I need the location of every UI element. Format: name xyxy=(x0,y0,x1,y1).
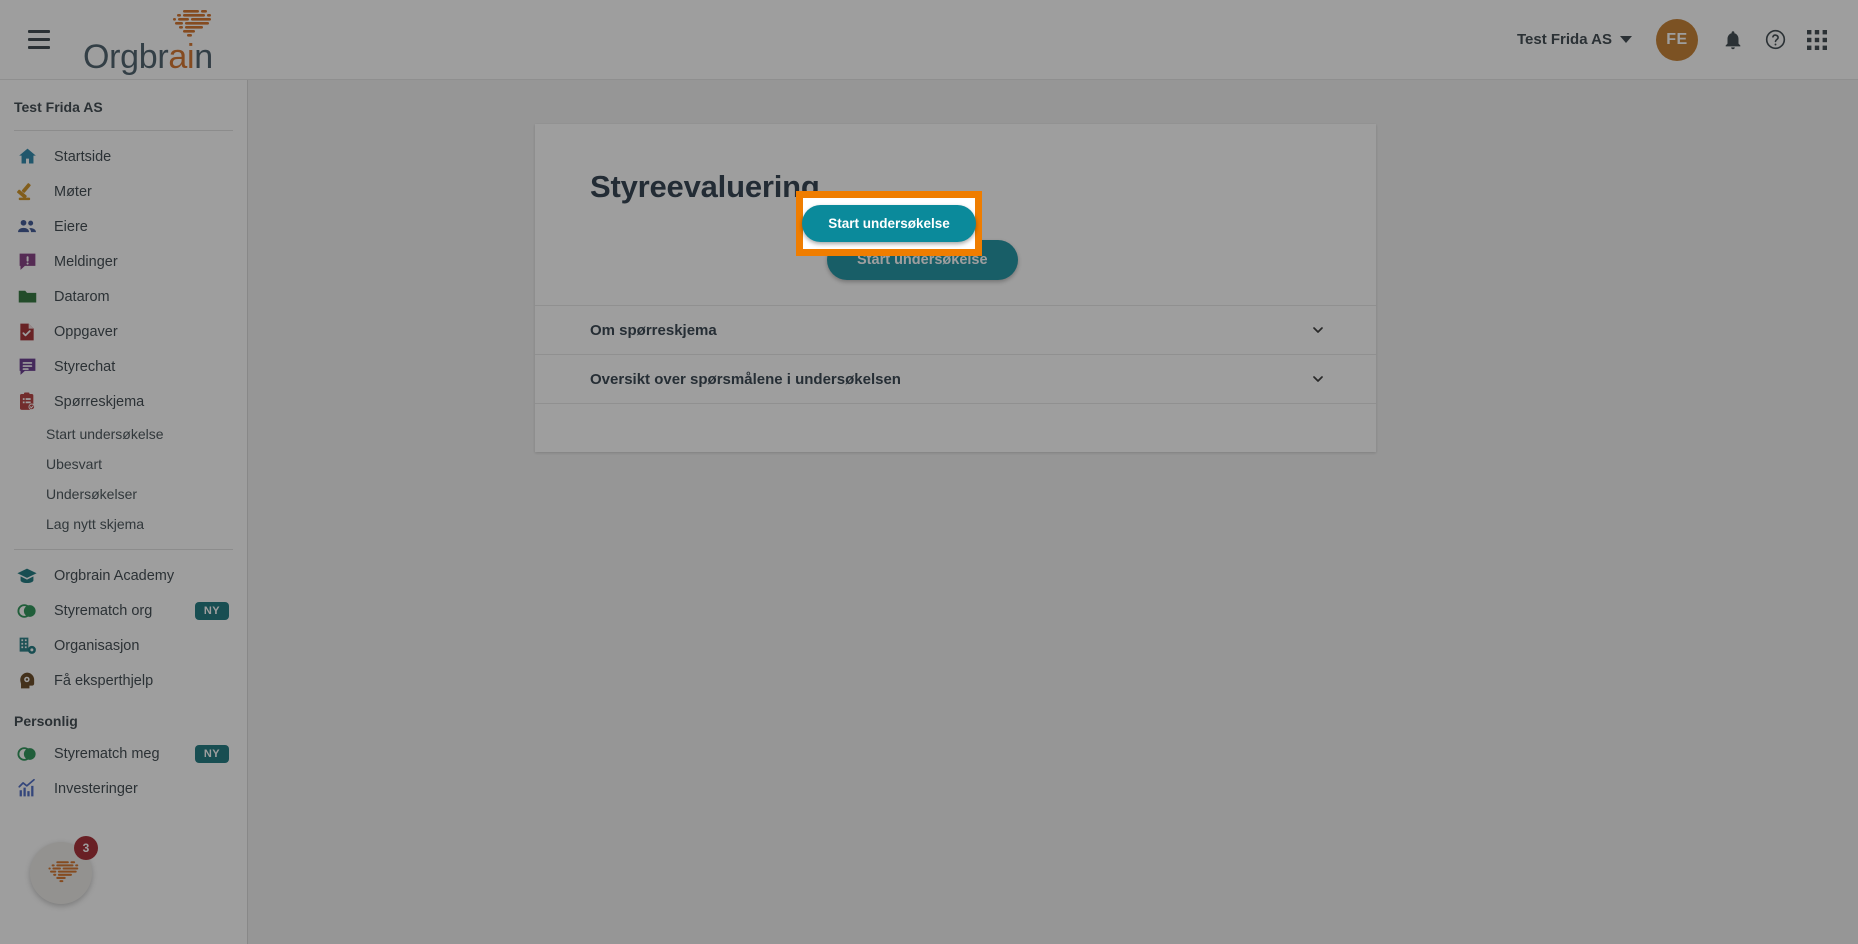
expert-head-icon xyxy=(16,670,38,692)
sidebar-item-datarom[interactable]: Datarom xyxy=(0,279,247,314)
sidebar-item-label: Møter xyxy=(54,183,92,200)
org-building-icon xyxy=(16,635,38,657)
sidebar-item-label: Investeringer xyxy=(54,780,138,797)
accordion-label: Oversikt over spørsmålene i undersøkelse… xyxy=(590,370,901,388)
clipboard-check-icon xyxy=(16,391,38,413)
sidebar-item-label: Eiere xyxy=(54,218,88,235)
notification-count-badge: 3 xyxy=(74,836,98,860)
sidebar-item-eiere[interactable]: Eiere xyxy=(0,209,247,244)
sidebar-item-label: Styrechat xyxy=(54,358,116,375)
home-icon xyxy=(16,146,38,168)
chevron-down-icon xyxy=(1310,322,1326,338)
sidebar-item-label: Organisasjon xyxy=(54,637,140,654)
logo-suffix: n xyxy=(194,37,213,76)
hamburger-menu-icon[interactable] xyxy=(22,23,56,57)
orgbrain-brain-icon xyxy=(48,861,79,883)
sidebar-subitem-ubesvart[interactable]: Ubesvart xyxy=(0,449,247,479)
orgbrain-help-widget[interactable]: 3 xyxy=(30,836,98,904)
header-actions: Test Frida AS FE xyxy=(1507,18,1858,61)
sidebar-item-label: Styrematch meg xyxy=(54,745,160,762)
sidebar-item-oppgaver[interactable]: Oppgaver xyxy=(0,314,247,349)
hamburger-bar xyxy=(28,46,50,49)
sidebar-item-fa-eksperthjelp[interactable]: Få eksperthjelp xyxy=(0,663,247,698)
highlight-box: Start undersøkelse xyxy=(796,191,982,256)
status-badge: NY xyxy=(194,744,229,763)
chevron-down-icon xyxy=(1310,371,1326,387)
chat-bubble-icon xyxy=(16,356,38,378)
logo-accent: ai xyxy=(168,37,195,76)
sidebar-divider xyxy=(14,130,233,131)
sidebar-item-label: Orgbrain Academy xyxy=(54,567,175,584)
sidebar-item-sporreskjema[interactable]: Spørreskjema xyxy=(0,384,247,419)
sidebar-subitem-start-undersokelse[interactable]: Start undersøkelse xyxy=(0,419,247,449)
sidebar-subitem-lag-nytt-skjema[interactable]: Lag nytt skjema xyxy=(0,509,247,539)
people-icon xyxy=(16,216,38,238)
start-undersokelse-button-highlighted[interactable]: Start undersøkelse xyxy=(802,205,976,242)
message-alert-icon xyxy=(16,251,38,273)
sidebar-subitem-undersokelser[interactable]: Undersøkelser xyxy=(0,479,247,509)
sidebar-item-styrechat[interactable]: Styrechat xyxy=(0,349,247,384)
accordion-oversikt-sporsmal[interactable]: Oversikt over spørsmålene i undersøkelse… xyxy=(535,354,1376,403)
orgbrain-logo[interactable]: Orgbrain xyxy=(83,9,213,74)
sidebar-item-label: Få eksperthjelp xyxy=(54,672,154,689)
logo-wordmark: Orgbrain xyxy=(83,40,213,74)
sidebar-item-styrematch-meg[interactable]: Styrematch meg NY xyxy=(0,736,247,771)
main-content: Styreevaluering Start undersøkelse Om sp… xyxy=(248,80,1858,944)
styreevaluering-card: Styreevaluering Start undersøkelse Om sp… xyxy=(535,124,1376,452)
logo-prefix: Orgbr xyxy=(83,37,169,76)
sidebar: Test Frida AS Startside Møter Eiere Meld… xyxy=(0,80,248,944)
gavel-icon xyxy=(16,181,38,203)
sidebar-item-label: Meldinger xyxy=(54,253,118,270)
avatar-initials: FE xyxy=(1666,30,1688,48)
sidebar-item-orgbrain-academy[interactable]: Orgbrain Academy xyxy=(0,558,247,593)
hamburger-bar xyxy=(28,30,50,33)
sidebar-group-title-personlig: Personlig xyxy=(14,713,78,729)
avatar[interactable]: FE xyxy=(1656,18,1698,61)
graduation-cap-icon xyxy=(16,565,38,587)
org-switcher[interactable]: Test Frida AS xyxy=(1507,25,1642,54)
sidebar-item-label: Startside xyxy=(54,148,112,165)
org-switcher-label: Test Frida AS xyxy=(1516,31,1612,48)
sidebar-item-organisasjon[interactable]: Organisasjon xyxy=(0,628,247,663)
page-title: Styreevaluering xyxy=(590,169,820,204)
sidebar-item-label: Datarom xyxy=(54,288,110,305)
sidebar-item-label: Styrematch org xyxy=(54,602,153,619)
folder-icon xyxy=(16,286,38,308)
sidebar-item-styrematch-org[interactable]: Styrematch org NY xyxy=(0,593,247,628)
venn-circles-icon xyxy=(16,743,38,765)
hamburger-bar xyxy=(28,38,50,41)
orgbrain-brain-icon xyxy=(173,9,211,37)
accordion-label: Om spørreskjema xyxy=(590,321,717,339)
notifications-bell-icon[interactable] xyxy=(1712,19,1754,61)
apps-grid-icon[interactable] xyxy=(1796,19,1838,61)
sidebar-item-meldinger[interactable]: Meldinger xyxy=(0,244,247,279)
chevron-down-icon xyxy=(1620,36,1632,43)
top-header: Orgbrain Test Frida AS FE xyxy=(0,0,1858,80)
sidebar-item-label: Spørreskjema xyxy=(54,393,145,410)
sidebar-org-name: Test Frida AS xyxy=(14,99,103,115)
app-root: Orgbrain Test Frida AS FE Test Frida AS … xyxy=(0,0,1858,944)
sidebar-item-label: Oppgaver xyxy=(54,323,118,340)
sidebar-item-investeringer[interactable]: Investeringer xyxy=(0,771,247,806)
sidebar-item-startside[interactable]: Startside xyxy=(0,139,247,174)
help-circle-icon[interactable] xyxy=(1754,19,1796,61)
status-badge: NY xyxy=(194,601,229,620)
task-document-icon xyxy=(16,321,38,343)
card-footer xyxy=(535,403,1376,452)
chart-growth-icon xyxy=(16,778,38,800)
accordion-om-sporreskjema[interactable]: Om spørreskjema xyxy=(535,305,1376,354)
sidebar-item-moter[interactable]: Møter xyxy=(0,174,247,209)
venn-circles-icon xyxy=(16,600,38,622)
sidebar-divider xyxy=(14,549,233,550)
